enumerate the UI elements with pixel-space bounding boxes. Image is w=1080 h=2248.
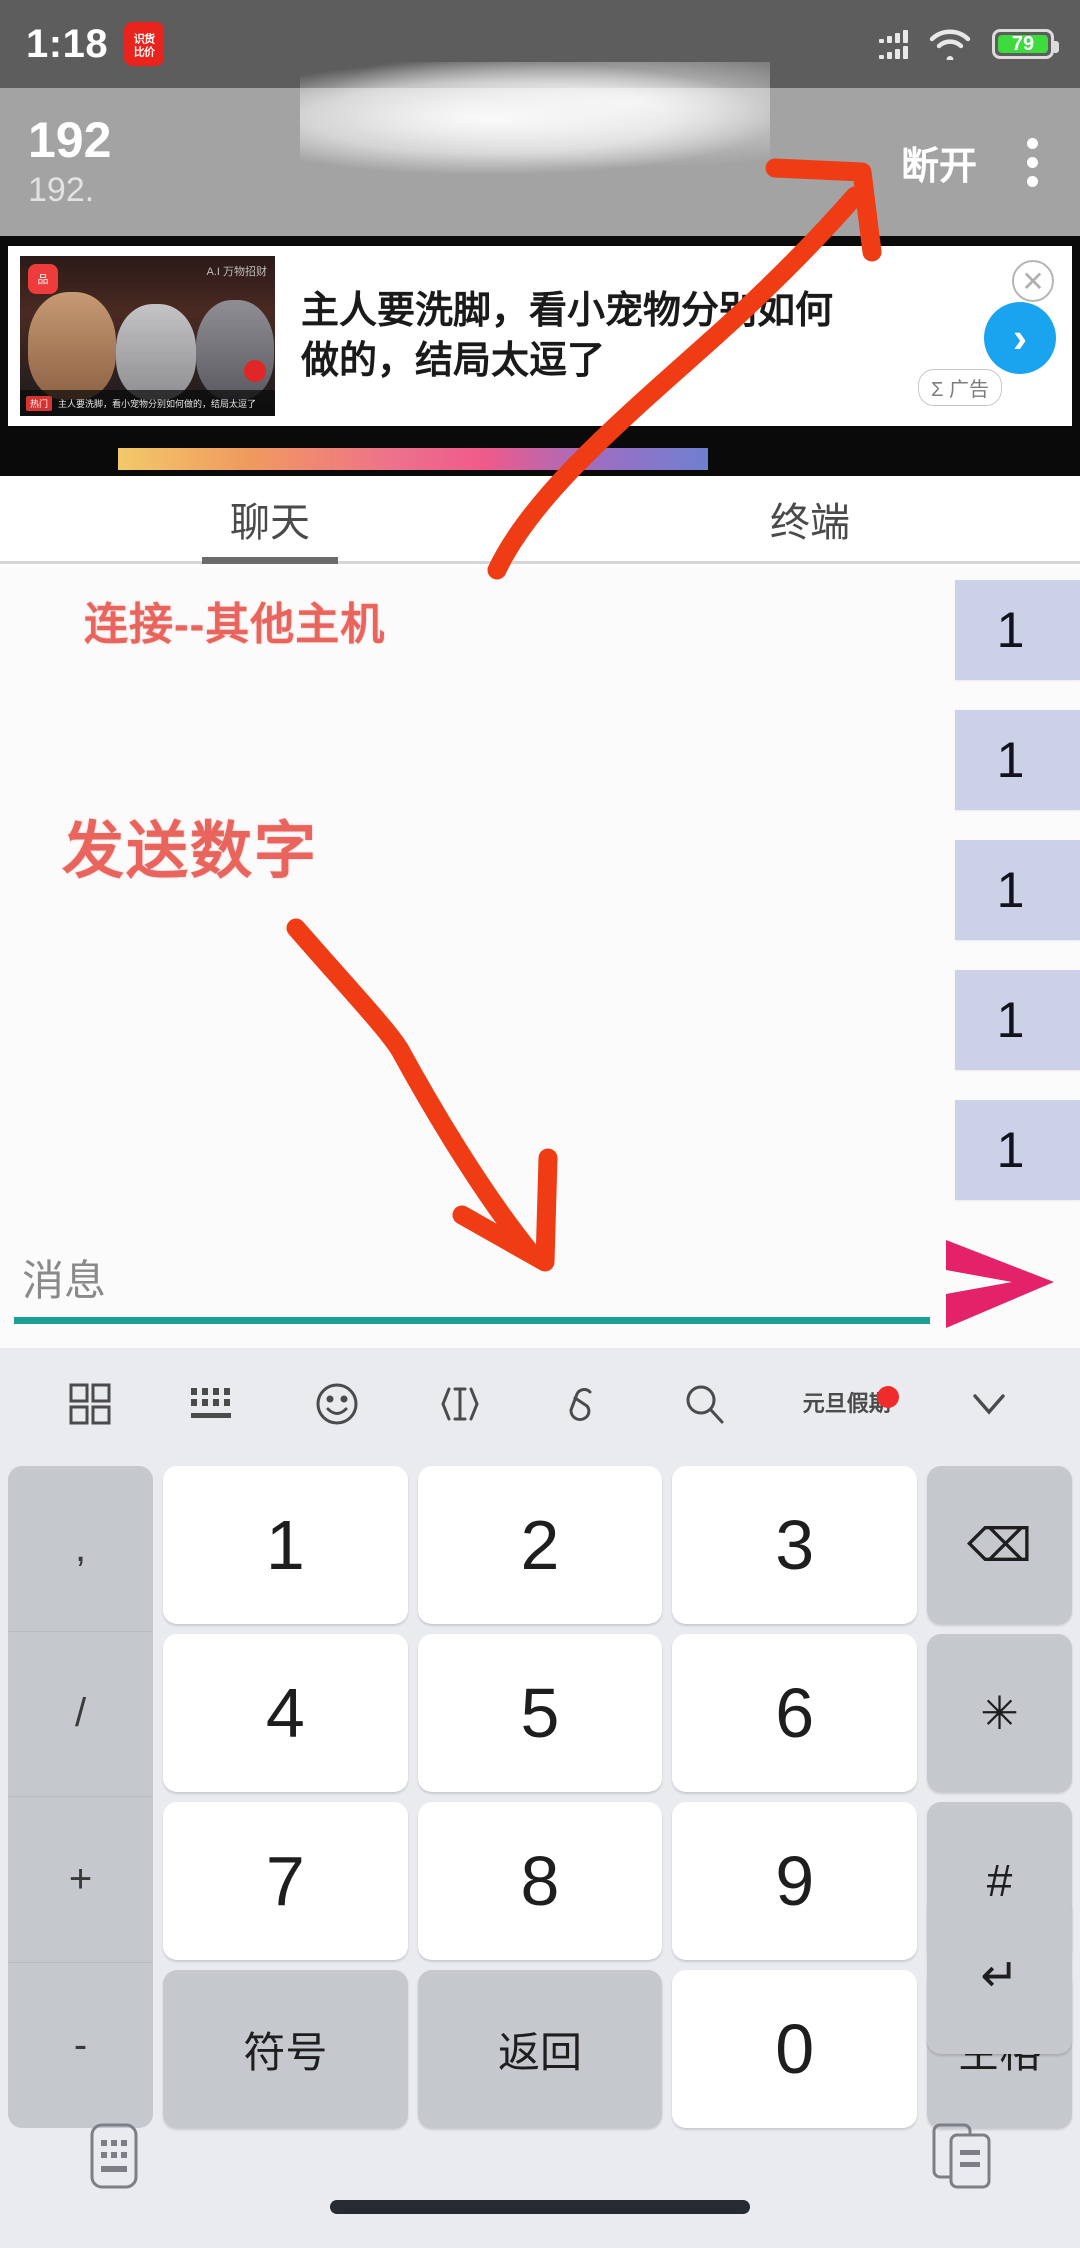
backspace-key[interactable]: ⌫ — [927, 1466, 1072, 1624]
comma-key[interactable]: , — [8, 1466, 153, 1632]
page-title: 192 — [28, 112, 112, 169]
annotation-send-note: 发送数字 — [62, 817, 319, 886]
ad-actions: ✕ › Σ 广告 — [910, 256, 1060, 416]
chat-bubbles: 1 1 1 1 1 — [920, 580, 1080, 1230]
keyboard-toolbar: 元旦假期 — [0, 1348, 1080, 1460]
app-notification-badge: 识货 比价 — [124, 22, 165, 66]
ad-thumb-dog-2 — [116, 304, 196, 400]
ad-sponsored-badge: Σ 广告 — [918, 369, 1002, 406]
chevron-right-icon[interactable]: › — [984, 302, 1056, 374]
ad-gradient-strip — [118, 448, 708, 470]
overflow-menu-icon[interactable] — [1013, 128, 1052, 197]
ad-thumb-dog-3 — [196, 300, 274, 400]
chat-message-list[interactable] — [0, 567, 1080, 1220]
chat-bubble[interactable]: 1 — [955, 1100, 1080, 1200]
ad-thumb-caption-text: 主人要洗脚，看小宠物分别如何做的，结局太逗了 — [58, 398, 257, 409]
page-subtitle: 192. — [28, 170, 95, 209]
digit-key-1[interactable]: 1 — [163, 1466, 408, 1624]
paperclip-icon[interactable] — [557, 1379, 607, 1429]
message-input-wrapper[interactable]: 消息 — [14, 1220, 936, 1348]
search-icon[interactable] — [680, 1379, 730, 1429]
ad-thumb-logo: 品 — [28, 264, 58, 294]
keyboard-icon[interactable] — [187, 1382, 239, 1426]
message-input-underline — [14, 1317, 930, 1324]
digit-key-7[interactable]: 7 — [163, 1802, 408, 1960]
ad-headline: 主人要洗脚，看小宠物分别如何 做的，结局太逗了 — [275, 286, 910, 386]
festival-badge-dot — [876, 1386, 899, 1409]
chat-bubble[interactable]: 1 — [955, 840, 1080, 940]
keyboard-bottom-bar — [0, 2068, 1080, 2248]
enter-key[interactable]: ↵ — [927, 1896, 1072, 2054]
clipboard-icon[interactable] — [929, 2120, 995, 2197]
keyboard-grid: , / + - 1 2 3 ⌫ 4 5 6 ✳ 7 8 9 # 符号 返回 0 … — [0, 1460, 1080, 2128]
chat-bubble-text: 1 — [996, 992, 1025, 1048]
tab-chat[interactable]: 聊天 — [0, 476, 540, 561]
digit-key-8[interactable]: 8 — [417, 1802, 663, 1960]
annotation-connect-note: 连接--其他主机 — [84, 600, 386, 649]
signal-bars-icon — [879, 29, 908, 59]
ad-thumb-caption: 热门 主人要洗脚，看小宠物分别如何做的，结局太逗了 — [20, 390, 275, 416]
chat-bubble-text: 1 — [996, 602, 1025, 658]
chat-bubble[interactable]: 1 — [955, 580, 1080, 680]
operator-key-column: , / + - — [8, 1466, 153, 2128]
ad-headline-line-2: 做的，结局太逗了 — [301, 340, 606, 382]
chat-bubble-text: 1 — [996, 732, 1025, 788]
grid-apps-icon[interactable] — [66, 1380, 114, 1428]
emoji-icon[interactable] — [312, 1379, 362, 1429]
asterisk-key[interactable]: ✳ — [927, 1634, 1072, 1792]
chat-bubble[interactable]: 1 — [955, 710, 1080, 810]
digit-key-2[interactable]: 2 — [417, 1466, 663, 1624]
ad-thumb-corner-text: A.I 万物招财 — [206, 266, 267, 278]
close-icon[interactable]: ✕ — [1012, 260, 1054, 302]
send-arrow-icon[interactable] — [936, 1236, 1066, 1332]
digit-key-6[interactable]: 6 — [672, 1634, 917, 1792]
festival-icon[interactable]: 元旦假期 — [803, 1386, 899, 1416]
ad-record-dot-icon — [244, 360, 266, 382]
app-badge-line1: 识货 — [133, 32, 155, 45]
tab-bar: 聊天 终端 — [0, 476, 1080, 564]
tab-chat-label: 聊天 — [230, 500, 310, 545]
digit-key-4[interactable]: 4 — [163, 1634, 408, 1792]
app-bar: 192 192. 断开 — [0, 88, 1080, 236]
status-bar-indicators: 79 — [879, 28, 1059, 63]
app-bar-titles: 192 192. — [28, 114, 111, 210]
tab-terminal-label: 终端 — [770, 500, 850, 545]
digit-key-5[interactable]: 5 — [417, 1634, 663, 1792]
ad-thumb-dog-1 — [28, 292, 116, 400]
status-bar-clock: 1:18 — [26, 21, 109, 66]
wifi-icon — [928, 28, 972, 63]
message-input[interactable]: 消息 — [14, 1247, 106, 1308]
battery-icon: 79 — [992, 29, 1059, 59]
digit-key-9[interactable]: 9 — [672, 1802, 917, 1960]
ad-banner[interactable]: 品 A.I 万物招财 热门 主人要洗脚，看小宠物分别如何做的，结局太逗了 主人要… — [0, 236, 1080, 476]
chat-bubble-text: 1 — [996, 862, 1025, 918]
disconnect-button[interactable]: 断开 — [901, 135, 977, 190]
ad-card[interactable]: 品 A.I 万物招财 热门 主人要洗脚，看小宠物分别如何做的，结局太逗了 主人要… — [8, 246, 1072, 426]
ad-thumb-caption-tag: 热门 — [26, 395, 53, 411]
chat-bubble[interactable]: 1 — [955, 970, 1080, 1070]
digit-key-3[interactable]: 3 — [672, 1466, 917, 1624]
status-bar: 1:18 识货 比价 79 — [0, 0, 1080, 88]
app-badge-line2: 比价 — [133, 45, 155, 58]
slash-key[interactable]: / — [8, 1631, 153, 1797]
text-cursor-icon[interactable] — [435, 1379, 485, 1429]
chat-bubble-text: 1 — [996, 1122, 1025, 1178]
chevron-down-icon[interactable] — [964, 1384, 1014, 1424]
keyboard: 元旦假期 , / + - 1 2 3 ⌫ 4 5 6 ✳ 7 8 9 # 符号 … — [0, 1348, 1080, 2248]
plus-key[interactable]: + — [8, 1797, 153, 1963]
keyboard-switch-icon[interactable] — [85, 2120, 143, 2197]
tab-terminal[interactable]: 终端 — [540, 476, 1080, 561]
battery-percent: 79 — [998, 33, 1048, 55]
ad-thumbnail[interactable]: 品 A.I 万物招财 热门 主人要洗脚，看小宠物分别如何做的，结局太逗了 — [20, 256, 275, 416]
ad-headline-line-1: 主人要洗脚，看小宠物分别如何 — [301, 289, 834, 332]
home-indicator — [330, 2200, 750, 2214]
composer-row: 消息 — [0, 1220, 1080, 1348]
